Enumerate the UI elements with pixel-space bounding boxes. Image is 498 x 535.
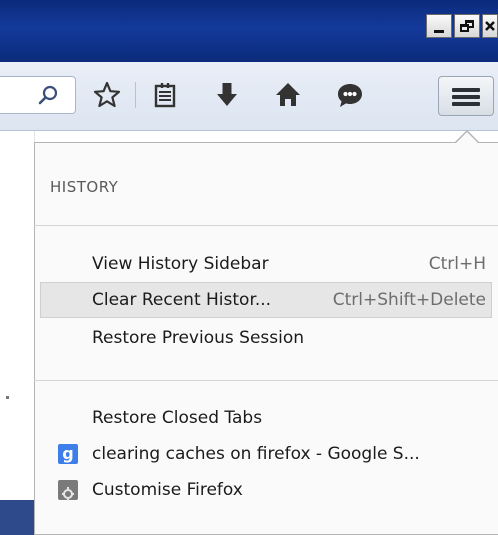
menu-item-label: clearing caches on firefox - Google S... [92, 444, 420, 464]
page-mark [6, 396, 9, 399]
menu-item-label: Clear Recent Histor... [92, 290, 272, 310]
bookmarks-menu-icon[interactable] [150, 80, 180, 110]
menu-item-label: View History Sidebar [92, 254, 269, 274]
history-entry-google-search[interactable]: g clearing caches on firefox - Google S.… [40, 436, 492, 472]
menu-item-label: Restore Closed Tabs [92, 408, 263, 428]
toolbar-separator [135, 82, 136, 108]
bookmark-star-icon[interactable] [92, 80, 122, 110]
search-field[interactable] [0, 76, 76, 114]
customise-firefox-item[interactable]: Customise Firefox [40, 472, 492, 508]
home-icon[interactable] [273, 80, 303, 110]
menu-item-label: Customise Firefox [92, 480, 243, 500]
downloads-icon[interactable] [212, 80, 242, 110]
page-content [0, 131, 35, 535]
view-history-sidebar-item[interactable]: View History Sidebar Ctrl+H [40, 246, 492, 282]
window-controls [424, 14, 498, 38]
search-icon[interactable] [37, 85, 59, 107]
restore-icon [460, 20, 474, 32]
clear-recent-history-item[interactable]: Clear Recent Histor... Ctrl+Shift+Delete [40, 282, 492, 318]
hamburger-menu-icon [452, 88, 480, 92]
customize-icon [58, 480, 78, 501]
page-footer-band [0, 500, 34, 535]
panel-heading: HISTORY [50, 178, 119, 196]
minimize-icon [434, 29, 444, 33]
google-favicon-icon: g [58, 444, 78, 464]
menu-item-label: Restore Previous Session [92, 328, 305, 348]
minimize-button[interactable] [426, 14, 452, 38]
restore-button[interactable] [454, 14, 480, 38]
menu-item-shortcut: Ctrl+H [428, 254, 486, 274]
window-title-bar [0, 0, 498, 62]
close-button[interactable] [482, 14, 498, 38]
close-icon [485, 21, 495, 31]
open-menu-button[interactable] [438, 76, 494, 116]
menu-item-shortcut: Ctrl+Shift+Delete [332, 290, 486, 310]
heading-divider [34, 225, 498, 226]
restore-previous-session-item[interactable]: Restore Previous Session [40, 320, 492, 356]
navigation-toolbar [0, 62, 498, 131]
restore-closed-tabs-item[interactable]: Restore Closed Tabs [40, 400, 492, 436]
chat-icon[interactable] [335, 80, 365, 110]
section-divider [34, 380, 498, 381]
